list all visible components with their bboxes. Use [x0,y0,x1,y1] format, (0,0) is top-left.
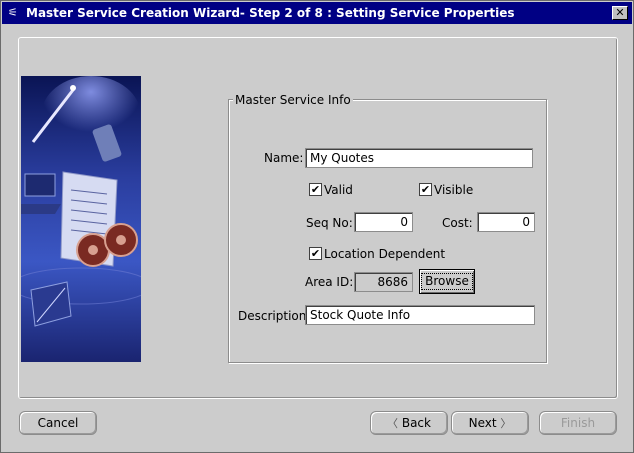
location-dependent-label: Location Dependent [324,247,446,261]
visible-label: Visible [434,183,474,197]
close-icon: ✕ [615,6,625,19]
group-legend: Master Service Info [233,93,353,107]
app-icon: ⚟ [8,6,18,19]
close-button[interactable]: ✕ [612,6,628,20]
visible-checkbox[interactable]: ✔ [419,183,432,196]
description-input[interactable]: Stock Quote Info [305,305,535,325]
check-icon: ✔ [310,247,321,260]
description-value: Stock Quote Info [310,308,411,322]
description-label: Description: [238,309,311,323]
wizard-window: ⚟ Master Service Creation Wizard- Step 2… [0,0,634,453]
seq-no-label: Seq No: [306,216,353,230]
check-icon: ✔ [420,183,431,196]
finish-button[interactable]: Finish [539,411,617,435]
wizard-illustration [21,76,141,362]
name-input[interactable]: My Quotes [305,148,533,168]
browse-label: Browse [421,273,473,290]
area-id-field: 8686 [354,272,413,292]
name-label: Name: [264,151,304,165]
valid-label: Valid [324,183,353,197]
back-label: Back [401,416,431,430]
cost-label: Cost: [442,216,473,230]
chevron-right-icon: 〉 [500,417,512,430]
cost-input[interactable]: 0 [477,212,535,232]
cancel-button[interactable]: Cancel [19,411,97,435]
browse-button[interactable]: Browse [419,269,475,294]
chevron-left-icon: 〈 [387,417,399,430]
next-label: Next [468,416,497,430]
cancel-label: Cancel [37,416,79,430]
check-icon: ✔ [310,183,321,196]
area-id-label: Area ID: [305,275,354,289]
location-dependent-checkbox[interactable]: ✔ [309,247,322,260]
window-title: Master Service Creation Wizard- Step 2 o… [26,6,515,20]
next-button[interactable]: Next 〉 [451,411,529,435]
seq-no-value: 0 [400,215,408,229]
name-value: My Quotes [310,151,375,165]
title-bar[interactable]: ⚟ Master Service Creation Wizard- Step 2… [2,2,632,24]
cost-value: 0 [522,215,530,229]
seq-no-input[interactable]: 0 [354,212,413,232]
finish-label: Finish [560,416,596,430]
valid-checkbox[interactable]: ✔ [309,183,322,196]
back-button[interactable]: 〈 Back [370,411,448,435]
area-id-value: 8686 [377,275,408,289]
illustration-image [21,76,141,362]
